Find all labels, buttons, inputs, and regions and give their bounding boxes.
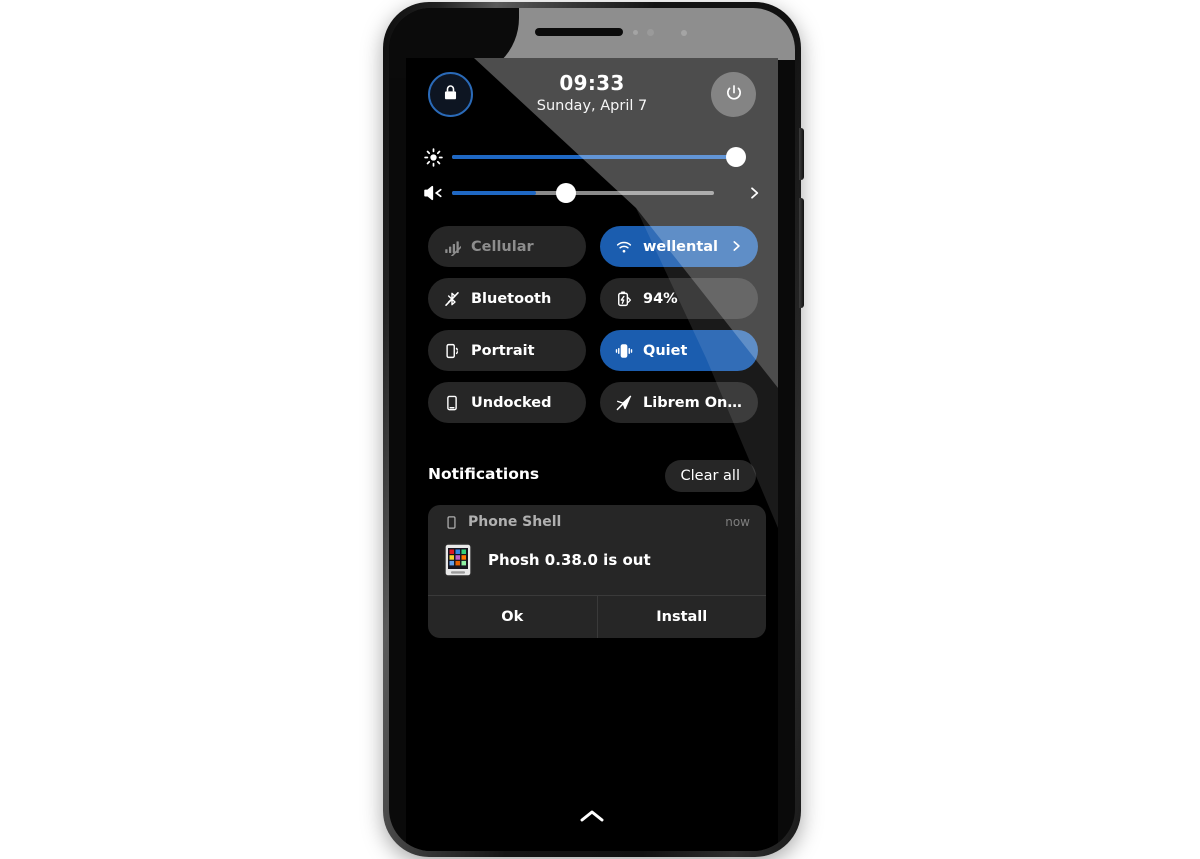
- rotate-lock-icon: [442, 341, 462, 361]
- screenshot-canvas: 09:33 Sunday, April 7 Cellular wellental…: [0, 0, 1200, 859]
- chevron-up-icon: [577, 807, 607, 829]
- volume-slider-row[interactable]: [406, 176, 778, 210]
- phone-device-frame: 09:33 Sunday, April 7 Cellular wellental…: [383, 2, 804, 857]
- phone-body: 09:33 Sunday, April 7 Cellular wellental…: [389, 8, 795, 851]
- cellular-off-icon: [442, 237, 462, 257]
- close-panel-handle[interactable]: [406, 807, 778, 829]
- power-icon: [724, 83, 744, 107]
- toggle-bluetooth[interactable]: Bluetooth: [428, 278, 586, 319]
- vpn-off-icon: [614, 393, 634, 413]
- top-bar: 09:33 Sunday, April 7: [406, 71, 778, 128]
- toggle-battery[interactable]: 94%: [600, 278, 758, 319]
- notifications-title: Notifications: [428, 465, 540, 483]
- notification-source-row: Phone Shell now: [428, 505, 766, 539]
- toggle-label: Cellular: [471, 238, 534, 255]
- brightness-fill: [452, 155, 736, 159]
- notifications-header: Notifications Clear all: [406, 460, 778, 494]
- notification-summary: Phosh 0.38.0 is out: [488, 551, 651, 569]
- toggle-feedback[interactable]: Quiet: [600, 330, 758, 371]
- phosh-app-grid-icon: [444, 543, 472, 577]
- toggle-cellular[interactable]: Cellular: [428, 226, 586, 267]
- volume-fill: [452, 191, 536, 195]
- toggle-rotation[interactable]: Portrait: [428, 330, 586, 371]
- chevron-right-icon[interactable]: [726, 236, 746, 256]
- brightness-slider-row[interactable]: [406, 140, 778, 174]
- volume-hardware-button[interactable]: [799, 128, 804, 180]
- notification-action-ok[interactable]: Ok: [428, 596, 597, 638]
- toggle-label: Librem One Finl…: [643, 394, 744, 411]
- toggle-label: Undocked: [471, 394, 552, 411]
- notification-timestamp: now: [725, 515, 750, 529]
- toggle-label: Bluetooth: [471, 290, 552, 307]
- brightness-knob[interactable]: [726, 147, 746, 167]
- notification-source-name: Phone Shell: [468, 514, 562, 530]
- dock-icon: [442, 393, 462, 413]
- toggle-wifi[interactable]: wellental: [600, 226, 758, 267]
- proximity-sensor: [633, 30, 638, 35]
- toggle-label: 94%: [643, 290, 678, 307]
- notification-action-install[interactable]: Install: [596, 596, 767, 638]
- quick-settings-grid: Cellular wellental Bluetooth 94% Portrai…: [428, 226, 758, 423]
- toggle-label: Portrait: [471, 342, 535, 359]
- toggle-label: wellental: [643, 238, 719, 255]
- front-camera: [647, 29, 654, 36]
- battery-charging-icon: [614, 289, 634, 309]
- notification-actions: Ok Install: [428, 595, 766, 638]
- wifi-icon: [614, 237, 634, 257]
- volume-knob[interactable]: [556, 183, 576, 203]
- toggle-vpn[interactable]: Librem One Finl…: [600, 382, 758, 423]
- vibrate-icon: [614, 341, 634, 361]
- power-menu-button[interactable]: [711, 72, 756, 117]
- notification-card[interactable]: Phone Shell now Phosh 0.38.0 is out Ok I…: [428, 505, 766, 638]
- phone-outline-icon: [442, 513, 460, 531]
- brightness-icon: [418, 143, 448, 171]
- toggle-docked[interactable]: Undocked: [428, 382, 586, 423]
- power-hardware-button[interactable]: [799, 198, 804, 308]
- phone-screen: 09:33 Sunday, April 7 Cellular wellental…: [406, 58, 778, 851]
- light-sensor: [681, 30, 687, 36]
- bluetooth-off-icon: [442, 289, 462, 309]
- clear-all-button[interactable]: Clear all: [664, 460, 756, 492]
- volume-expand-chevron-right-icon[interactable]: [742, 181, 766, 205]
- phone-top-bezel: [389, 8, 795, 78]
- earpiece-speaker: [535, 28, 623, 36]
- volume-mute-icon: [418, 179, 448, 207]
- notification-body: Phosh 0.38.0 is out: [428, 539, 766, 595]
- toggle-label: Quiet: [643, 342, 688, 359]
